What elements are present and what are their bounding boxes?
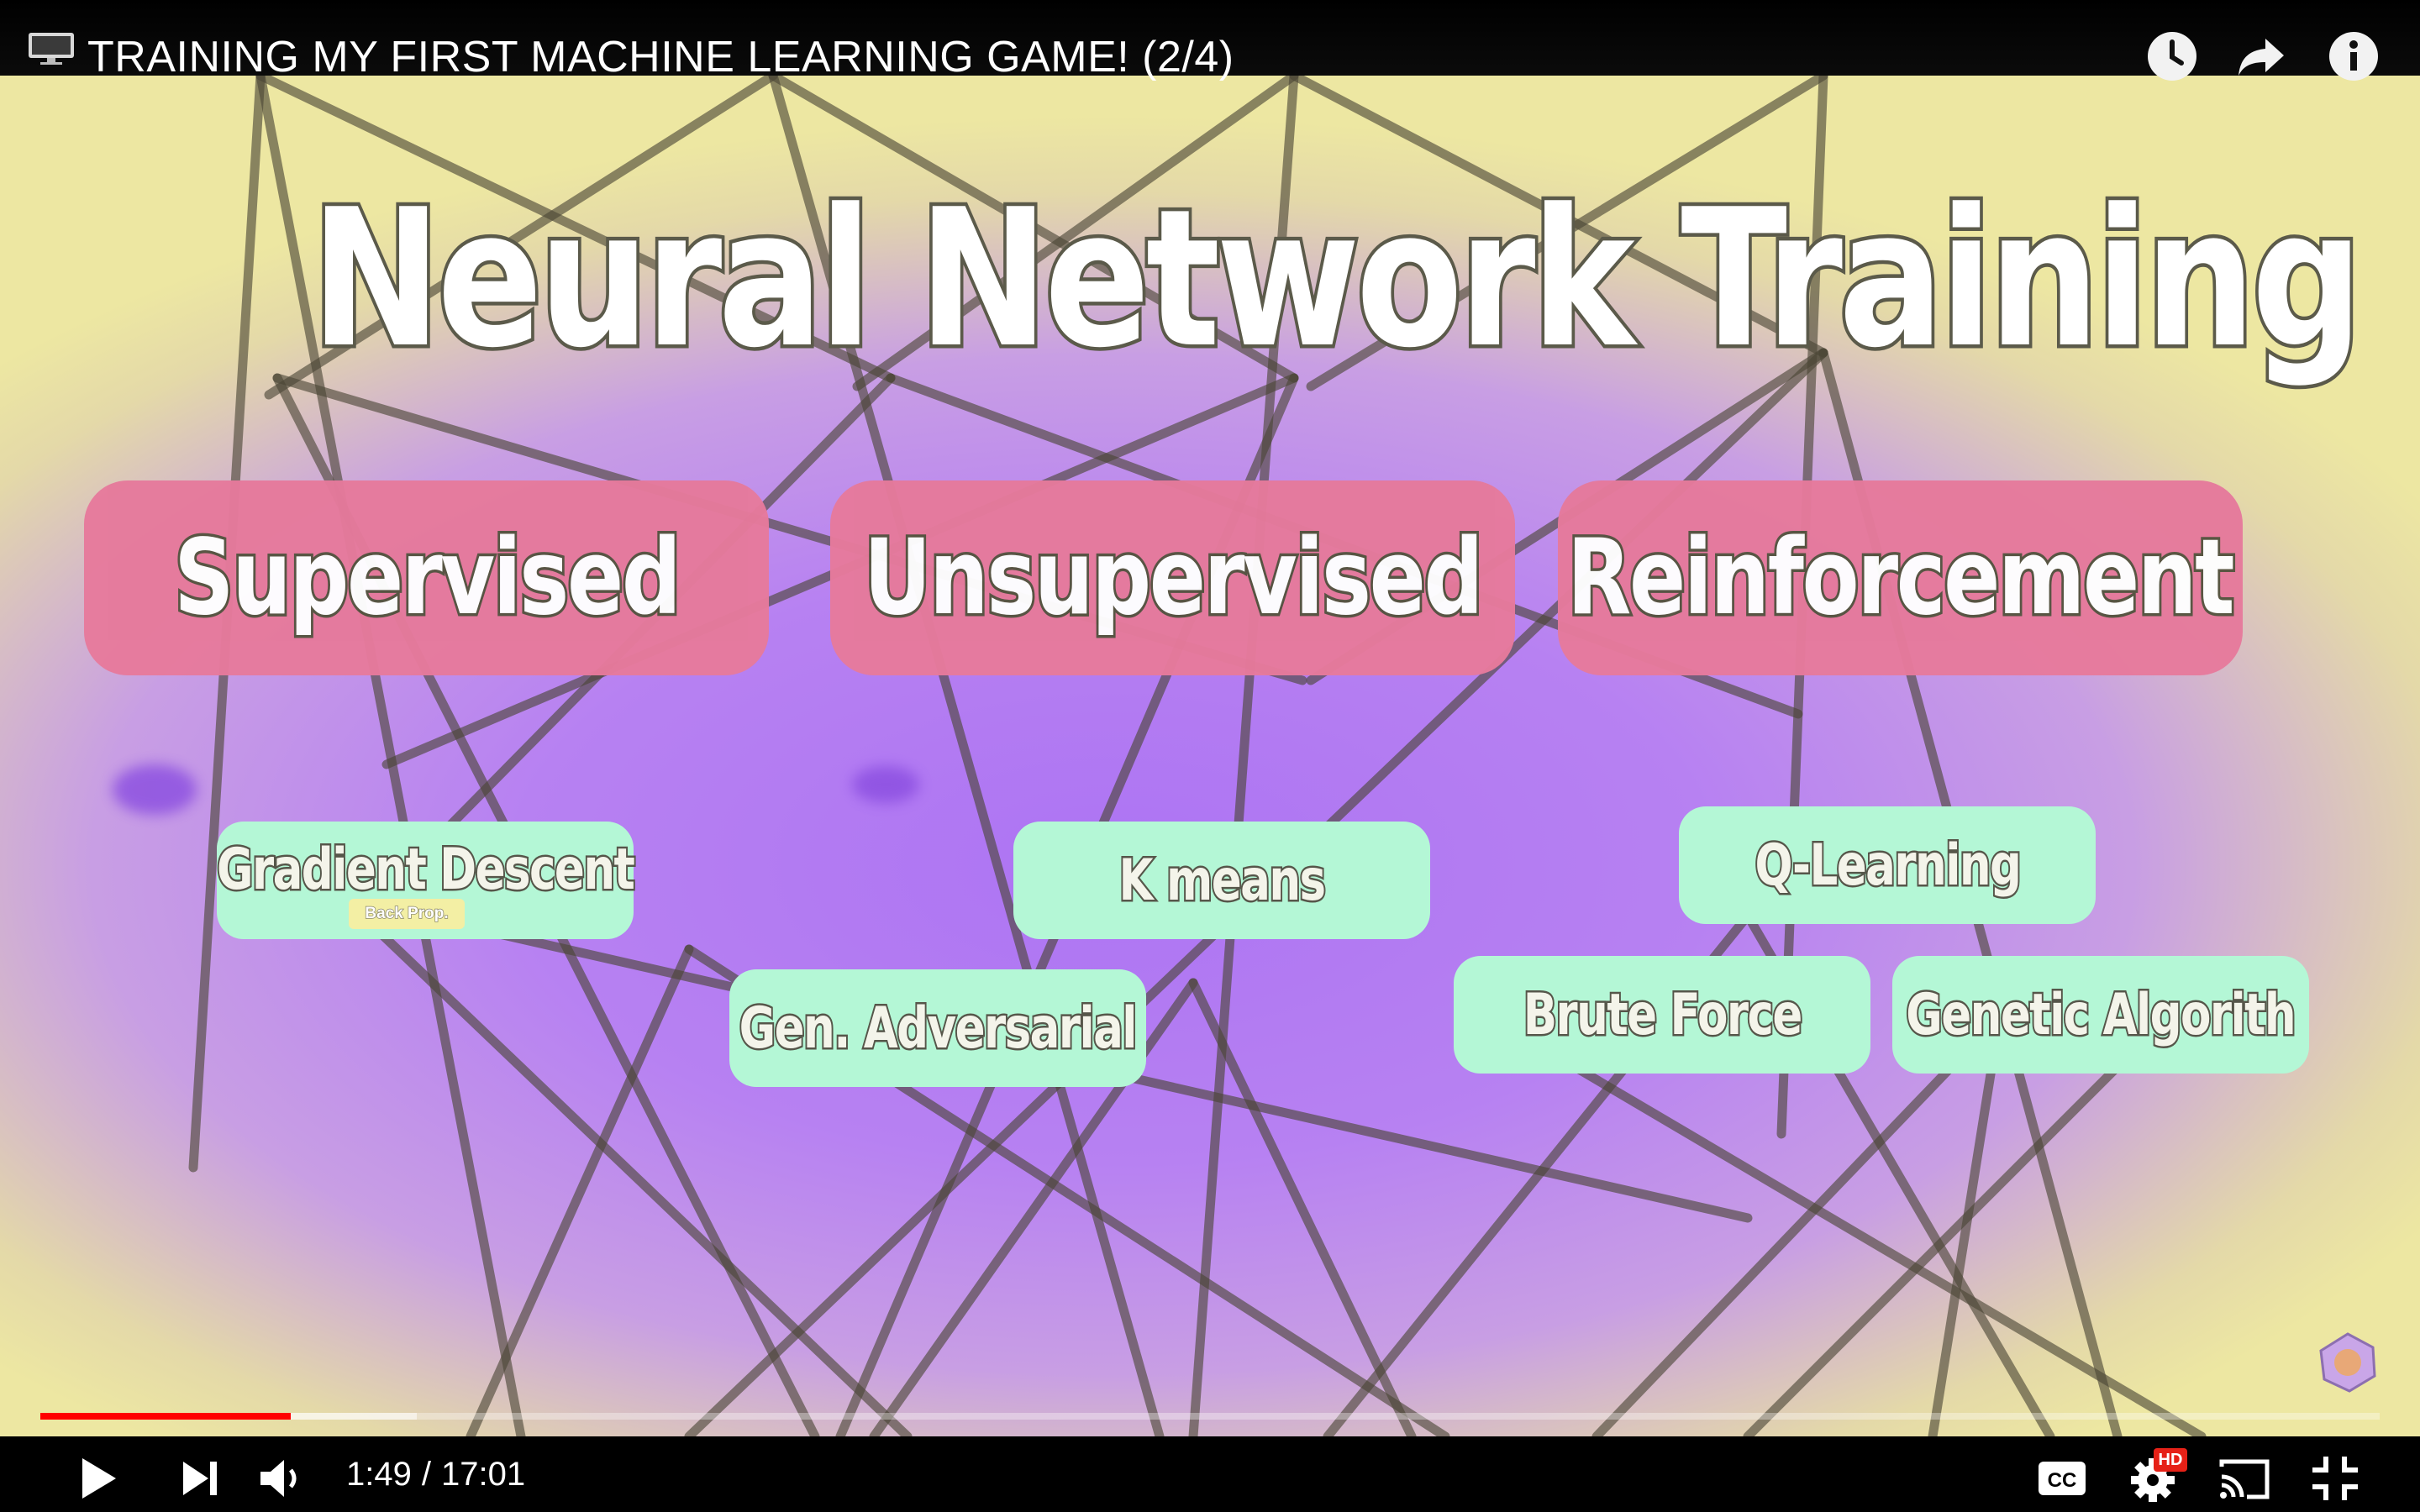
control-bar: 1:49/17:01 CC HD <box>0 1436 2420 1512</box>
closed-captions-icon[interactable]: CC <box>2037 1455 2087 1502</box>
algorithm-q-learning: Q-Learning <box>1679 806 2096 924</box>
category-label: Supervised <box>171 515 683 642</box>
hd-badge: HD <box>2154 1448 2187 1472</box>
svg-text:CC: CC <box>2048 1469 2077 1492</box>
category-reinforcement: Reinforcement <box>1558 480 2243 675</box>
algorithm-gradient-descent: Gradient Descent Back Prop. <box>215 822 637 939</box>
video-player[interactable]: TRAINING MY FIRST MACHINE LEARNING GAME!… <box>0 0 2420 1512</box>
share-icon[interactable] <box>2235 30 2287 82</box>
time-display: 1:49/17:01 <box>346 1450 525 1499</box>
volume-icon[interactable] <box>257 1455 304 1502</box>
category-supervised: Supervised <box>84 480 769 675</box>
next-icon[interactable] <box>176 1455 224 1502</box>
algorithm-label: Brute Force <box>1522 979 1805 1050</box>
purple-blob <box>852 766 919 803</box>
algorithm-brute-force: Brute Force <box>1454 956 1870 1074</box>
algorithm-gen-adversarial: Gen. Adversarial <box>729 969 1146 1087</box>
cast-icon[interactable] <box>2217 1455 2272 1502</box>
played-bar <box>40 1413 291 1420</box>
algorithm-label: Genetic Algorith <box>1905 979 2298 1050</box>
algorithm-k-means: K means <box>1013 822 1430 939</box>
info-icon[interactable] <box>2328 30 2380 82</box>
back-prop-tag: Back Prop. <box>349 899 465 929</box>
category-unsupervised: Unsupervised <box>830 480 1515 675</box>
current-time: 1:49 <box>346 1456 412 1493</box>
monitor-icon <box>29 33 74 65</box>
category-label: Reinforcement <box>1565 515 2238 642</box>
video-frame[interactable]: Neural Network Training Supervised Unsup… <box>0 76 2420 1436</box>
algorithm-genetic: Genetic Algorith <box>1892 956 2309 1074</box>
play-icon[interactable] <box>74 1455 121 1502</box>
time-separator: / <box>421 1456 431 1493</box>
title-bar: TRAINING MY FIRST MACHINE LEARNING GAME!… <box>0 0 2420 81</box>
algorithm-label: K means <box>1118 845 1328 916</box>
purple-blob <box>113 764 197 815</box>
video-title[interactable]: TRAINING MY FIRST MACHINE LEARNING GAME!… <box>87 30 1234 84</box>
duration: 17:01 <box>440 1456 526 1493</box>
exit-fullscreen-icon[interactable] <box>2311 1455 2360 1502</box>
watch-later-icon[interactable] <box>2146 30 2198 82</box>
category-label: Unsupervised <box>861 515 1486 642</box>
algorithm-label: Gradient Descent <box>215 835 637 906</box>
progress-bar[interactable] <box>40 1413 2380 1420</box>
algorithm-label: Q-Learning <box>1753 830 2023 900</box>
channel-watermark-icon[interactable] <box>2317 1332 2378 1393</box>
algorithm-label: Gen. Adversarial <box>738 993 1139 1063</box>
slide-heading: Neural Network Training <box>308 169 2365 390</box>
